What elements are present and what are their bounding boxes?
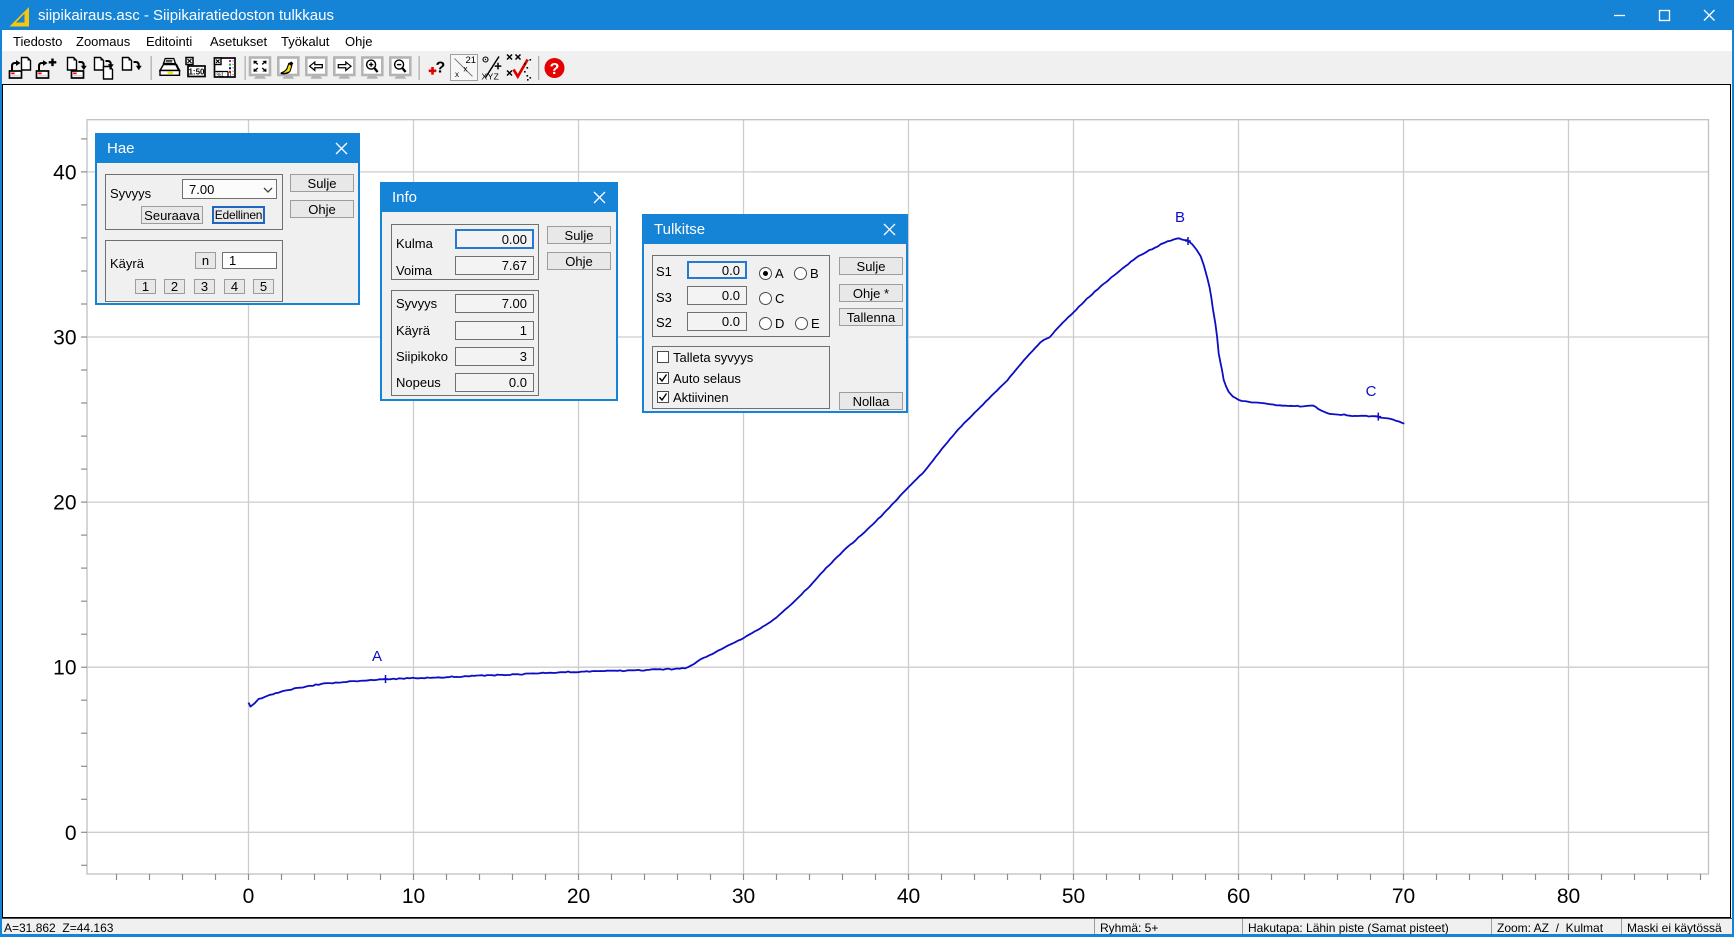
svg-text:x: x	[455, 70, 459, 79]
svg-text:0: 0	[65, 822, 77, 845]
svg-text:60: 60	[1227, 885, 1250, 908]
svg-text:70: 70	[1392, 885, 1415, 908]
svg-text:XYZ: XYZ	[482, 72, 500, 82]
svg-text:20: 20	[53, 492, 76, 515]
svg-text:10: 10	[402, 885, 425, 908]
svg-text:1: 1	[221, 72, 224, 78]
svg-text:C: C	[1366, 383, 1377, 400]
svg-text:10: 10	[53, 657, 76, 680]
svg-text:0: 0	[243, 885, 255, 908]
svg-text:A: A	[372, 648, 382, 665]
svg-text:?: ?	[550, 61, 560, 78]
svg-text:21: 21	[466, 55, 477, 66]
svg-text:80: 80	[1557, 885, 1580, 908]
svg-text:1:50: 1:50	[188, 67, 205, 76]
svg-text:40: 40	[897, 885, 920, 908]
svg-text:40: 40	[53, 161, 76, 184]
svg-text:30: 30	[732, 885, 755, 908]
svg-text:?: ?	[436, 60, 446, 77]
svg-text:50: 50	[1062, 885, 1085, 908]
svg-text:20: 20	[567, 885, 590, 908]
svg-text:B: B	[1175, 209, 1185, 226]
svg-text:30: 30	[53, 327, 76, 350]
